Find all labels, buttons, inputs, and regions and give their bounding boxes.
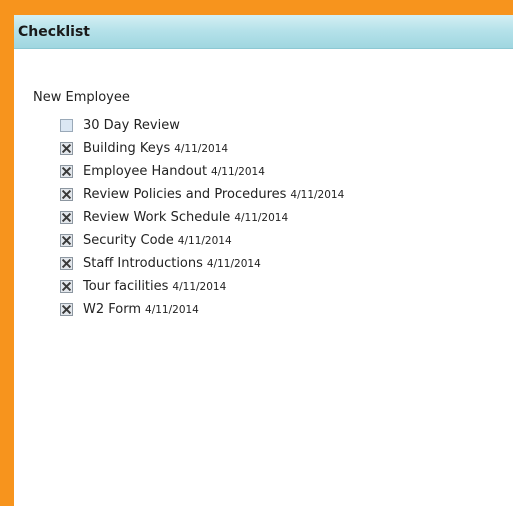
item-date: 4/11/2014 xyxy=(234,211,289,224)
item-label: Security Code xyxy=(83,233,174,248)
checkbox-checked[interactable] xyxy=(60,165,73,178)
item-label: 30 Day Review xyxy=(83,118,180,133)
item-label: W2 Form xyxy=(83,302,142,317)
item-label: Staff Introductions xyxy=(83,256,203,271)
group-label: New Employee xyxy=(33,90,130,105)
checklist-item[interactable]: Security Code 4/11/2014 xyxy=(60,229,344,252)
checklist-item[interactable]: Tour facilities 4/11/2014 xyxy=(60,275,344,298)
checkbox-unchecked[interactable] xyxy=(60,119,73,132)
checkbox-checked[interactable] xyxy=(60,188,73,201)
checklist-item[interactable]: W2 Form 4/11/2014 xyxy=(60,298,344,321)
checklist-item[interactable]: Review Policies and Procedures 4/11/2014 xyxy=(60,183,344,206)
checklist-item[interactable]: Review Work Schedule 4/11/2014 xyxy=(60,206,344,229)
checklist-item[interactable]: Staff Introductions 4/11/2014 xyxy=(60,252,344,275)
checkbox-checked[interactable] xyxy=(60,303,73,316)
item-date: 4/11/2014 xyxy=(177,234,232,247)
item-label: Building Keys xyxy=(83,141,171,156)
item-label: Review Work Schedule xyxy=(83,210,231,225)
panel-title: Checklist xyxy=(18,23,90,40)
x-mark-icon xyxy=(62,282,71,291)
checklist-item[interactable]: Building Keys 4/11/2014 xyxy=(60,137,344,160)
checkbox-checked[interactable] xyxy=(60,257,73,270)
checklist-panel: Checklist New Employee 30 Day Review Bui… xyxy=(14,15,513,506)
checklist-item[interactable]: 30 Day Review xyxy=(60,114,344,137)
item-label: Employee Handout xyxy=(83,164,208,179)
item-date: 4/11/2014 xyxy=(145,303,199,316)
x-mark-icon xyxy=(62,236,71,245)
x-mark-icon xyxy=(62,213,71,222)
item-label: Review Policies and Procedures xyxy=(83,187,287,202)
checkbox-checked[interactable] xyxy=(60,142,73,155)
x-mark-icon xyxy=(62,305,71,314)
x-mark-icon xyxy=(62,167,71,176)
checkbox-checked[interactable] xyxy=(60,234,73,247)
checkbox-checked[interactable] xyxy=(60,211,73,224)
item-date: 4/11/2014 xyxy=(206,257,261,270)
item-date: 4/11/2014 xyxy=(172,280,227,293)
item-date: 4/11/2014 xyxy=(174,142,229,155)
x-mark-icon xyxy=(62,144,71,153)
x-mark-icon xyxy=(62,259,71,268)
item-date: 4/11/2014 xyxy=(211,165,265,178)
panel-header: Checklist xyxy=(14,15,513,49)
checklist-item[interactable]: Employee Handout 4/11/2014 xyxy=(60,160,344,183)
checkbox-checked[interactable] xyxy=(60,280,73,293)
item-label: Tour facilities xyxy=(83,279,169,294)
checklist-items: 30 Day Review Building Keys 4/11/2014 Em… xyxy=(60,114,344,321)
item-date: 4/11/2014 xyxy=(290,188,345,201)
x-mark-icon xyxy=(62,190,71,199)
